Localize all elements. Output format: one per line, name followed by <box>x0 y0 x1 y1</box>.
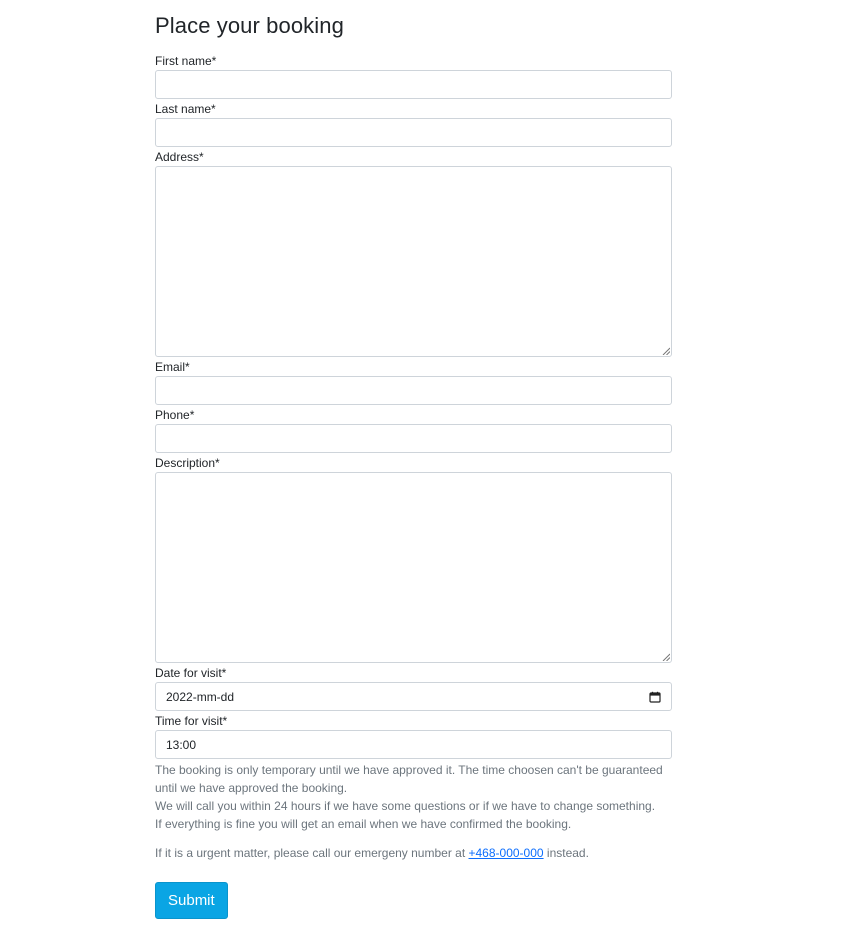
description-field-wrapper <box>155 472 672 663</box>
phone-label: Phone* <box>155 408 195 422</box>
urgent-suffix: instead. <box>543 846 589 860</box>
last-name-input[interactable] <box>155 118 672 147</box>
calendar-icon[interactable] <box>649 691 661 703</box>
submit-button[interactable]: Submit <box>155 882 228 919</box>
booking-help-text: The booking is only temporary until we h… <box>155 761 672 862</box>
help-line-3: If everything is fine you will get an em… <box>155 817 572 831</box>
emergency-phone-link[interactable]: +468-000-000 <box>469 846 544 860</box>
booking-form: Place your booking First name* Last name… <box>155 0 672 919</box>
urgent-note: If it is a urgent matter, please call ou… <box>155 844 672 862</box>
address-field-wrapper <box>155 166 672 357</box>
first-name-input[interactable] <box>155 70 672 99</box>
address-textarea[interactable] <box>155 166 672 357</box>
email-input[interactable] <box>155 376 672 405</box>
help-line-1: The booking is only temporary until we h… <box>155 763 663 795</box>
page-title: Place your booking <box>155 13 344 38</box>
date-input[interactable]: 2022-mm-dd <box>155 682 672 711</box>
description-label: Description* <box>155 456 220 470</box>
time-input[interactable]: 13:00 <box>155 730 672 759</box>
first-name-label: First name* <box>155 54 217 68</box>
help-line-2: We will call you within 24 hours if we h… <box>155 799 656 813</box>
date-label: Date for visit* <box>155 666 227 680</box>
date-value: 2022-mm-dd <box>166 689 235 704</box>
phone-input[interactable] <box>155 424 672 453</box>
time-value: 13:00 <box>166 737 197 752</box>
email-label: Email* <box>155 360 190 374</box>
urgent-prefix: If it is a urgent matter, please call ou… <box>155 846 469 860</box>
address-label: Address* <box>155 150 204 164</box>
last-name-label: Last name* <box>155 102 216 116</box>
time-label: Time for visit* <box>155 714 228 728</box>
description-textarea[interactable] <box>155 472 672 663</box>
